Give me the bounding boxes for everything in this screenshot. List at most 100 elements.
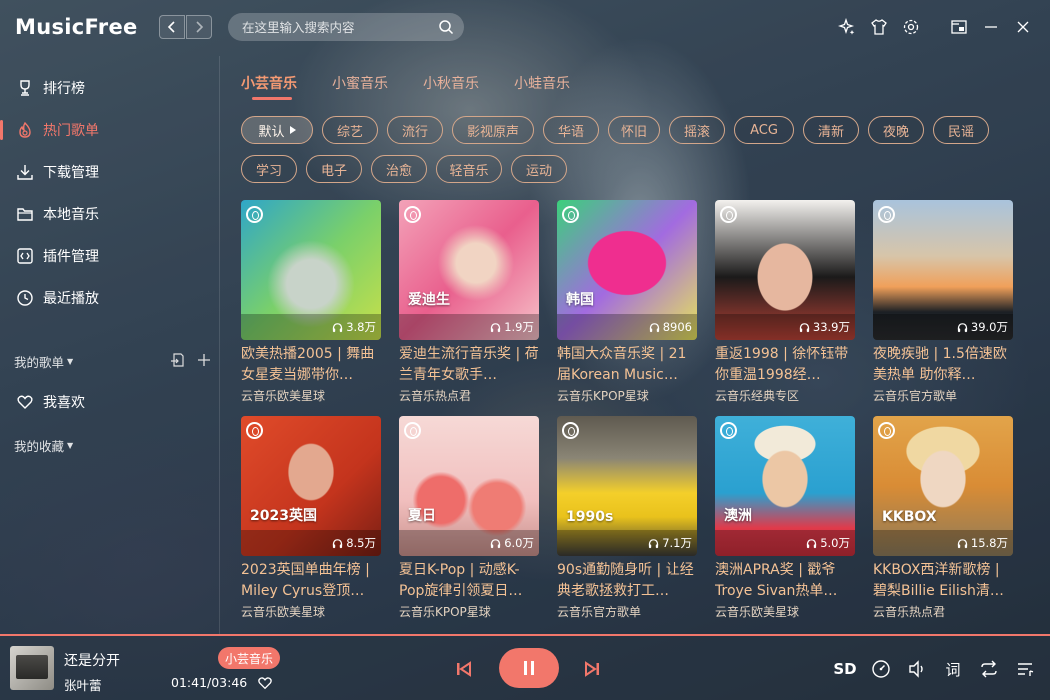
playlist-title[interactable]: KKBOX西洋新歌榜 | 碧梨Billie Eilish清… (873, 560, 1013, 602)
playlist-card[interactable]: 3.8万 欧美热播2005 | 舞曲女星麦当娜带你… 云音乐欧美星球 (241, 200, 381, 404)
cover-label: 韩国 (566, 292, 594, 308)
playlist-title[interactable]: 爱迪生流行音乐奖 | 荷兰青年女歌手… (399, 344, 539, 386)
tab-xiaoqiu[interactable]: 小秋音乐 (423, 73, 479, 93)
netease-music-icon (404, 422, 421, 439)
playlist-creator: 云音乐欧美星球 (241, 389, 326, 403)
playlist-card[interactable]: 爱迪生 1.9万 爱迪生流行音乐奖 | 荷兰青年女歌手… 云音乐热点君 (399, 200, 539, 404)
netease-music-icon (562, 422, 579, 439)
lyrics-button[interactable]: 词 (942, 658, 964, 680)
sparkle-theme-icon[interactable] (836, 16, 858, 38)
netease-music-icon (404, 206, 421, 223)
heart-icon[interactable] (257, 675, 273, 695)
sidebar-item-hot-playlists[interactable]: 热门歌单 (0, 112, 220, 148)
heart-icon (15, 392, 35, 412)
tag-chip[interactable]: 综艺 (322, 116, 378, 144)
tag-chip[interactable]: 民谣 (933, 116, 989, 144)
tag-chip[interactable]: 流行 (387, 116, 443, 144)
playlist-creator: 云音乐热点君 (873, 605, 946, 619)
tab-xiaomi[interactable]: 小蜜音乐 (332, 73, 388, 93)
playlist-title[interactable]: 夏日K-Pop | 动感K-Pop旋律引领夏日… (399, 560, 539, 602)
playlist-title[interactable]: 欧美热播2005 | 舞曲女星麦当娜带你… (241, 344, 381, 386)
tag-chip[interactable]: 电子 (306, 155, 362, 183)
play-count: 33.9万 (812, 320, 850, 334)
now-playing-artist[interactable]: 张叶蕾 (64, 675, 102, 694)
playlist-card[interactable]: 39.0万 夜晚疾驰 | 1.5倍速欧美热单 助你释… 云音乐官方歌单 (873, 200, 1013, 404)
my-playlists-toggle[interactable]: 我的歌单 ▼ (14, 352, 73, 371)
play-count: 8906 (662, 320, 692, 334)
playlist-title[interactable]: 韩国大众音乐奖 | 21届Korean Music… (557, 344, 697, 386)
playlist-title[interactable]: 澳洲APRA奖 | 戳爷Troye Sivan热单… (715, 560, 855, 602)
search-icon[interactable] (438, 19, 454, 39)
playlist-title[interactable]: 夜晚疾驰 | 1.5倍速欧美热单 助你释… (873, 344, 1013, 386)
import-playlist-icon[interactable] (170, 352, 186, 372)
playlist-card[interactable]: 2023英国 8.5万 2023英国单曲年榜 | Miley Cyrus登顶… … (241, 416, 381, 620)
cover-label: 2023英国 (250, 508, 317, 524)
playlist-card[interactable]: KKBOX 15.8万 KKBOX西洋新歌榜 | 碧梨Billie Eilish… (873, 416, 1013, 620)
playlist-card[interactable]: 33.9万 重返1998 | 徐怀钰带你重温1998经… 云音乐经典专区 (715, 200, 855, 404)
headphones-icon (957, 538, 968, 548)
play-count: 1.9万 (504, 320, 534, 334)
sidebar-item-plugins[interactable]: 插件管理 (0, 238, 220, 274)
shirt-skin-icon[interactable] (868, 16, 890, 38)
speed-gauge-icon[interactable] (870, 658, 892, 680)
sidebar-item-local-music[interactable]: 本地音乐 (0, 196, 220, 232)
tab-xiaowa[interactable]: 小蛙音乐 (514, 73, 570, 93)
previous-button[interactable] (452, 657, 476, 681)
tab-xiaoyun[interactable]: 小芸音乐 (241, 73, 297, 100)
tag-default[interactable]: 默认 (241, 116, 313, 144)
sidebar-item-downloads[interactable]: 下载管理 (0, 154, 220, 190)
play-count: 7.1万 (662, 536, 692, 550)
now-playing-title[interactable]: 还是分开 (64, 650, 120, 670)
fire-icon (15, 120, 35, 140)
gear-icon[interactable] (900, 16, 922, 38)
playlist-card[interactable]: 澳洲 5.0万 澳洲APRA奖 | 戳爷Troye Sivan热单… 云音乐欧美… (715, 416, 855, 620)
skip-previous-icon (457, 661, 471, 677)
tag-chip[interactable]: 轻音乐 (436, 155, 502, 183)
cover-label: 夏日 (408, 508, 436, 524)
sidebar-item-favorites[interactable]: 我喜欢 (0, 384, 220, 420)
back-button[interactable] (159, 15, 185, 39)
playlist-card[interactable]: 1990s 7.1万 90s通勤随身听 | 让经典老歌拯救打工… 云音乐官方歌单 (557, 416, 697, 620)
minimize-icon[interactable] (980, 16, 1002, 38)
tag-chip[interactable]: 华语 (543, 116, 599, 144)
now-playing-cover[interactable] (10, 646, 54, 690)
tag-chip[interactable]: 治愈 (371, 155, 427, 183)
tag-chip[interactable]: 夜晚 (868, 116, 924, 144)
tag-chip[interactable]: 影视原声 (452, 116, 534, 144)
sidebar-item-label: 热门歌单 (43, 123, 99, 139)
search-input[interactable] (242, 19, 432, 35)
playlist-cover: 33.9万 (715, 200, 855, 340)
tag-chip[interactable]: 清新 (803, 116, 859, 144)
playlist-title[interactable]: 2023英国单曲年榜 | Miley Cyrus登顶… (241, 560, 381, 602)
repeat-icon[interactable] (978, 658, 1000, 680)
plugin-icon (15, 246, 35, 266)
tag-chip[interactable]: 怀旧 (608, 116, 660, 144)
tag-chip[interactable]: ACG (734, 116, 794, 144)
add-playlist-icon[interactable] (196, 352, 212, 372)
playlist-title[interactable]: 90s通勤随身听 | 让经典老歌拯救打工… (557, 560, 697, 602)
tag-chip[interactable]: 学习 (241, 155, 297, 183)
playlist-cover: 爱迪生 1.9万 (399, 200, 539, 340)
sidebar-item-leaderboard[interactable]: 排行榜 (0, 70, 220, 106)
headphones-icon (332, 538, 343, 548)
pause-button[interactable] (499, 648, 559, 688)
playlist-card[interactable]: 夏日 6.0万 夏日K-Pop | 动感K-Pop旋律引领夏日… 云音乐KPOP… (399, 416, 539, 620)
tag-chip[interactable]: 运动 (511, 155, 567, 183)
playlist-card[interactable]: 韩国 8906 韩国大众音乐奖 | 21届Korean Music… 云音乐KP… (557, 200, 697, 404)
playlist-creator: 云音乐KPOP星球 (557, 389, 649, 403)
sidebar-item-recent[interactable]: 最近播放 (0, 280, 220, 316)
forward-button[interactable] (186, 15, 212, 39)
skip-next-icon (585, 661, 599, 677)
tag-chip[interactable]: 摇滚 (669, 116, 725, 144)
sidebar: 排行榜 热门歌单 下载管理 本地音乐 插件管理 最近播放 我的歌单 ▼ 我喜欢 … (0, 56, 220, 634)
close-icon[interactable] (1012, 16, 1034, 38)
play-count: 15.8万 (970, 536, 1008, 550)
playlist-queue-icon[interactable] (1014, 658, 1036, 680)
volume-icon[interactable] (906, 658, 928, 680)
quality-button[interactable]: SD (833, 658, 856, 680)
next-button[interactable] (580, 657, 604, 681)
search-box (228, 13, 464, 41)
my-collections-toggle[interactable]: 我的收藏 ▼ (14, 436, 73, 455)
mini-mode-icon[interactable] (948, 16, 970, 38)
playlist-title[interactable]: 重返1998 | 徐怀钰带你重温1998经… (715, 344, 855, 386)
